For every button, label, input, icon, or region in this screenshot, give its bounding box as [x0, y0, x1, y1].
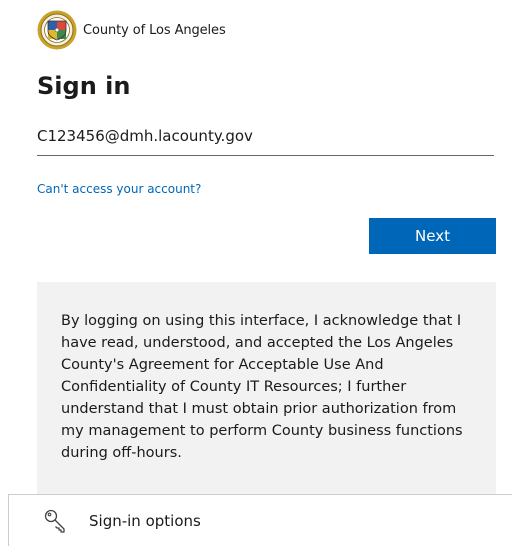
- county-seal-icon: [37, 10, 77, 50]
- notice-text: By logging on using this interface, I ac…: [61, 313, 463, 461]
- key-icon: [44, 509, 65, 533]
- sign-in-options-label: Sign-in options: [89, 511, 201, 530]
- sign-in-options-button[interactable]: Sign-in options: [8, 494, 512, 546]
- org-name: County of Los Angeles: [83, 22, 226, 38]
- acceptable-use-notice: By logging on using this interface, I ac…: [37, 282, 496, 494]
- cant-access-account-link[interactable]: Can't access your account?: [37, 182, 201, 196]
- next-button[interactable]: Next: [369, 218, 496, 254]
- header: County of Los Angeles: [37, 10, 226, 50]
- sign-in-page: County of Los Angeles Sign in Can't acce…: [0, 0, 512, 546]
- page-title: Sign in: [37, 72, 131, 100]
- email-field[interactable]: [37, 120, 494, 156]
